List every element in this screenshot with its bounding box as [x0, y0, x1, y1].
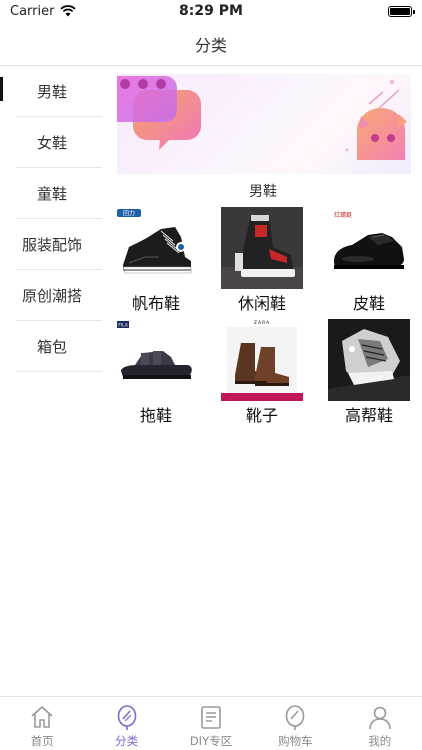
product-category-canvas-shoes[interactable]: 回力 帆布鞋	[115, 207, 197, 314]
sidebar-item-original-style[interactable]: 原创潮搭	[0, 270, 104, 321]
category-icon	[117, 705, 136, 730]
sidebar-item-label: 服装配饰	[21, 236, 82, 254]
app-screen: Carrier 8:29 PM 分类 男鞋 女鞋 童鞋 服装配饰 原创潮搭 箱包…	[0, 0, 422, 750]
promo-banner[interactable]	[117, 74, 411, 174]
status-time: 8:29 PM	[179, 3, 243, 19]
tab-label: DIY专区	[189, 734, 233, 748]
tab-label: 首页	[30, 734, 54, 748]
sidebar-item-label: 女鞋	[36, 134, 67, 152]
product-label: 皮鞋	[352, 294, 385, 313]
tab-profile[interactable]: 我的	[338, 697, 422, 750]
diy-icon	[201, 706, 221, 729]
sidebar-item-bags[interactable]: 箱包	[0, 321, 104, 372]
product-label: 靴子	[245, 406, 278, 425]
divider	[16, 371, 102, 372]
nav-bar: 分类	[0, 22, 422, 66]
product-category-leather-shoes[interactable]: 红蜻蜓 皮鞋	[328, 207, 410, 314]
brand-logo-text: 红蜻蜓	[334, 211, 352, 219]
sidebar-item-mens-shoes[interactable]: 男鞋	[0, 66, 104, 117]
product-label: 帆布鞋	[131, 294, 180, 313]
product-label: 高帮鞋	[344, 406, 393, 425]
cart-icon	[286, 705, 305, 730]
sidebar-item-label: 箱包	[36, 338, 67, 356]
leather-shoe-image: 红蜻蜓	[328, 207, 410, 289]
page-title: 分类	[194, 35, 227, 55]
brand-logo-text: FILA	[118, 323, 129, 329]
sidebar-item-label: 原创潮搭	[21, 287, 82, 305]
tab-cart[interactable]: 购物车	[253, 697, 337, 750]
sidebar-item-label: 童鞋	[36, 185, 67, 203]
active-marker	[0, 77, 3, 101]
sidebar-item-kids-shoes[interactable]: 童鞋	[0, 168, 104, 219]
bottom-tab-bar: 首页 分类 DIY专区 购物车 我的	[0, 696, 422, 750]
battery-icon	[388, 5, 415, 17]
sidebar-item-apparel[interactable]: 服装配饰	[0, 219, 104, 270]
product-category-high-top-shoes[interactable]: 高帮鞋	[328, 319, 410, 426]
home-icon	[31, 706, 53, 728]
high-top-shoe-image	[328, 319, 410, 401]
canvas-shoe-image: 回力	[115, 207, 197, 289]
tab-diy-zone[interactable]: DIY专区	[169, 697, 253, 750]
tab-home[interactable]: 首页	[0, 697, 84, 750]
status-bar: Carrier 8:29 PM	[0, 0, 422, 22]
slipper-image: FILA	[115, 319, 197, 401]
sidebar-item-womens-shoes[interactable]: 女鞋	[0, 117, 104, 168]
casual-shoe-image	[221, 207, 303, 289]
product-category-casual-shoes[interactable]: 休闲鞋	[221, 207, 303, 314]
brand-logo-text: 回力	[123, 210, 135, 218]
banner-graphic	[117, 76, 407, 160]
product-label: 休闲鞋	[237, 294, 286, 313]
sidebar-item-label: 男鞋	[36, 83, 67, 101]
category-sidebar: 男鞋 女鞋 童鞋 服装配饰 原创潮搭 箱包	[0, 66, 104, 372]
tab-label: 我的	[368, 734, 392, 748]
boots-image: ZARA	[221, 319, 303, 401]
section-title: 男鞋	[249, 184, 277, 200]
profile-icon	[368, 706, 391, 730]
tab-category[interactable]: 分类	[85, 697, 169, 750]
product-category-boots[interactable]: ZARA 靴子	[221, 319, 303, 426]
tab-label: 购物车	[278, 734, 313, 748]
product-label: 拖鞋	[139, 406, 172, 425]
tab-label: 分类	[115, 734, 139, 748]
product-category-slippers[interactable]: FILA 拖鞋	[115, 319, 197, 426]
brand-logo-text: ZARA	[254, 320, 270, 326]
